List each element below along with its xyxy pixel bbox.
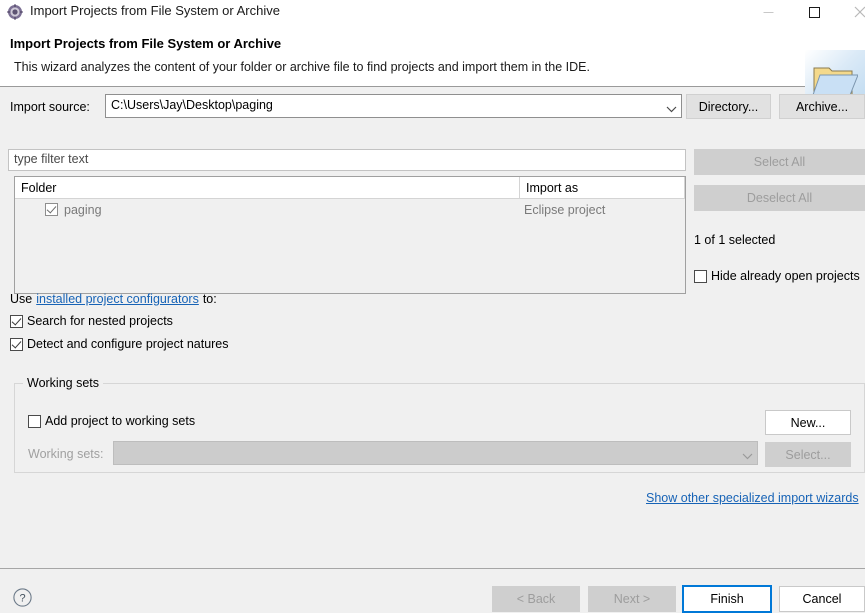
finish-button[interactable]: Finish [682,585,772,613]
help-question-icon[interactable]: ? [13,588,32,607]
row-folder-name: paging [64,203,102,217]
detect-project-natures-checkbox[interactable] [10,338,23,351]
table-row[interactable]: paging Eclipse project [15,199,685,220]
directory-button[interactable]: Directory... [686,94,771,119]
search-nested-projects-row[interactable]: Search for nested projects [10,315,173,328]
svg-text:?: ? [19,593,25,605]
row-folder-cell[interactable]: paging [45,199,102,220]
working-sets-combo[interactable] [113,441,758,465]
eclipse-gear-icon [7,4,23,20]
search-nested-projects-checkbox[interactable] [10,315,23,328]
close-button[interactable] [837,0,865,24]
installed-project-configurators-link[interactable]: installed project configurators [36,292,199,306]
table-header-row: Folder Import as [15,177,685,199]
row-checkbox[interactable] [45,203,58,216]
add-project-to-working-sets-row[interactable]: Add project to working sets [28,415,195,428]
minimize-button[interactable] [745,0,791,24]
import-wizard-dialog: Import Projects from File System or Arch… [0,0,865,613]
row-import-as-cell: Eclipse project [524,199,605,220]
archive-button[interactable]: Archive... [779,94,865,119]
filter-input[interactable]: type filter text [8,149,686,171]
selection-count: 1 of 1 selected [694,233,775,247]
column-header-import-as[interactable]: Import as [520,177,685,199]
next-button[interactable]: Next > [588,586,676,612]
maximize-button[interactable] [791,0,837,24]
detect-project-natures-label: Detect and configure project natures [27,338,229,351]
working-sets-group-title: Working sets [23,376,103,390]
chevron-down-icon [666,102,677,110]
configurators-suffix: to: [203,292,217,306]
add-project-to-working-sets-checkbox[interactable] [28,415,41,428]
chevron-down-icon [742,449,753,457]
hide-open-projects-checkbox[interactable] [694,270,707,283]
column-header-folder[interactable]: Folder [15,177,520,199]
select-all-button[interactable]: Select All [694,149,865,175]
import-source-value: C:\Users\Jay\Desktop\paging [111,98,273,112]
back-button[interactable]: < Back [492,586,580,612]
select-working-set-button[interactable]: Select... [765,442,851,467]
hide-open-projects-row[interactable]: Hide already open projects [694,270,860,283]
configurators-prefix: Use [10,292,32,306]
detect-project-natures-row[interactable]: Detect and configure project natures [10,338,229,351]
window-title: Import Projects from File System or Arch… [30,3,280,18]
import-source-combo[interactable]: C:\Users\Jay\Desktop\paging [105,94,682,118]
deselect-all-button[interactable]: Deselect All [694,185,865,211]
page-description: This wizard analyzes the content of your… [14,60,590,74]
show-other-import-wizards-link[interactable]: Show other specialized import wizards [646,491,859,505]
title-bar: Import Projects from File System or Arch… [0,0,865,24]
wizard-body: Import source: C:\Users\Jay\Desktop\pagi… [0,88,865,568]
import-source-label: Import source: [10,100,90,114]
filter-placeholder: type filter text [14,152,88,166]
footer-bar: ? < Back Next > Finish Cancel [0,569,865,613]
wizard-header: Import Projects from File System or Arch… [0,24,865,87]
new-working-set-button[interactable]: New... [765,410,851,435]
hide-open-projects-label: Hide already open projects [711,270,860,283]
search-nested-projects-label: Search for nested projects [27,315,173,328]
cancel-button[interactable]: Cancel [779,586,865,612]
add-project-to-working-sets-label: Add project to working sets [45,415,195,428]
working-sets-label: Working sets: [28,447,104,461]
table-body: paging Eclipse project [15,199,685,293]
page-title: Import Projects from File System or Arch… [10,36,281,51]
projects-table[interactable]: Folder Import as paging Eclipse project [14,176,686,294]
configurators-line: Use installed project configurators to: [10,292,217,306]
